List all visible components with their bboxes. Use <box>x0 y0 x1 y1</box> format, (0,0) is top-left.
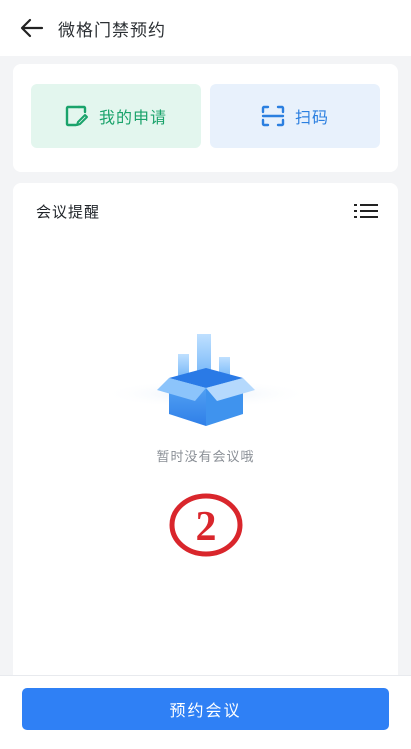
meeting-section-title: 会议提醒 <box>36 203 101 221</box>
scan-label: 扫码 <box>294 108 329 127</box>
arrow-left-icon <box>20 18 44 38</box>
edit-note-icon <box>65 105 88 127</box>
meeting-reminder-card: 会议提醒 暂时没有会议哦 2 <box>13 183 398 683</box>
step-badge: 2 <box>168 493 244 557</box>
app-header: 微格门禁预约 <box>0 0 411 56</box>
page-title: 微格门禁预约 <box>58 20 166 41</box>
footer-divider <box>0 675 411 676</box>
empty-state-text: 暂时没有会议哦 <box>156 450 255 465</box>
list-icon[interactable] <box>354 201 378 221</box>
book-meeting-button[interactable]: 预约会议 <box>22 688 389 730</box>
svg-text:2: 2 <box>196 504 217 550</box>
back-button[interactable] <box>12 8 52 48</box>
my-application-label: 我的申请 <box>98 108 167 127</box>
my-application-button[interactable]: 我的申请 <box>31 84 201 148</box>
footer-bar: 预约会议 <box>0 675 411 749</box>
scan-button[interactable]: 扫码 <box>210 84 380 148</box>
scan-icon <box>261 105 285 127</box>
empty-box-illustration <box>101 334 311 426</box>
quick-actions-card: 我的申请 扫码 <box>13 64 398 172</box>
